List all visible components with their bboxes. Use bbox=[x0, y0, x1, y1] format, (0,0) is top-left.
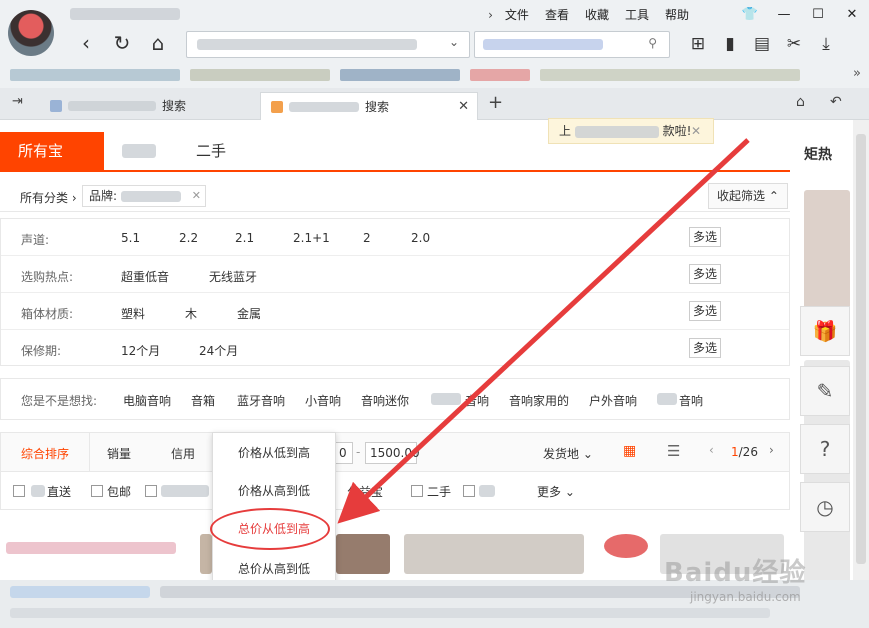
watermark-url: jingyan.baidu.com bbox=[690, 590, 801, 604]
watermark-logo: Baidu经验 bbox=[664, 558, 807, 588]
annotation-arrow bbox=[337, 138, 750, 524]
